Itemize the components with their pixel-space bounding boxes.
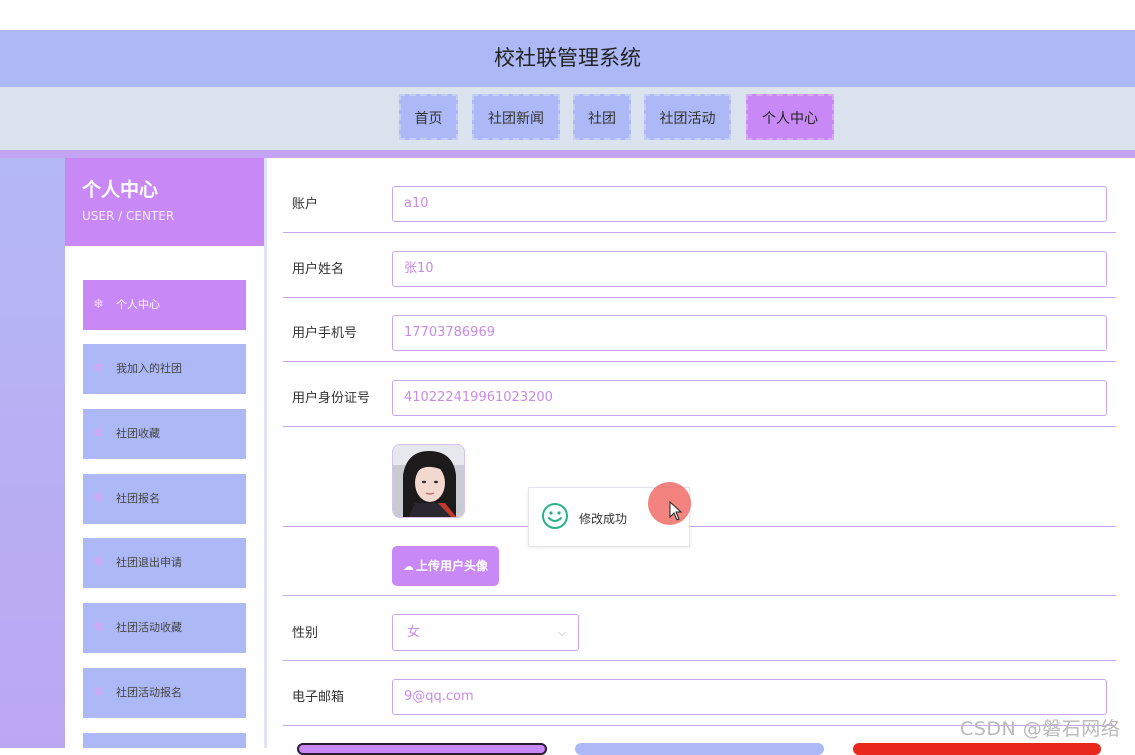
idcard-input[interactable]: 410222419961023200 <box>392 380 1107 416</box>
sidebar-item-user-center[interactable]: ❄ 个人中心 <box>83 280 246 330</box>
app-title: 校社联管理系统 <box>0 30 1135 87</box>
sidebar-item-label: 社团收藏 <box>116 427 160 440</box>
sidebar-item-label: 社团报名 <box>116 492 160 505</box>
gender-label: 性别 <box>292 626 319 641</box>
sidebar-item-my-clubs[interactable]: ❄ 我加入的社团 <box>83 344 246 394</box>
snowflake-icon: ❄ <box>93 555 104 570</box>
snowflake-icon: ❄ <box>93 361 104 376</box>
sidebar-item-activity-favorites[interactable]: ❄ 社团活动收藏 <box>83 603 246 653</box>
row-divider <box>283 526 1116 527</box>
sidebar-item-club-quit[interactable]: ❄ 社团退出申请 <box>83 538 246 588</box>
cursor-icon <box>669 501 683 521</box>
submit-button[interactable] <box>297 743 547 755</box>
sidebar-header: 个人中心 USER / CENTER <box>65 158 264 246</box>
idcard-label: 用户身份证号 <box>292 391 371 406</box>
sidebar-item-label: 社团活动报名 <box>116 686 182 699</box>
email-label: 电子邮箱 <box>292 690 345 705</box>
sidebar-subtitle: USER / CENTER <box>82 209 175 223</box>
account-label: 账户 <box>292 197 319 212</box>
sidebar-item-more[interactable] <box>83 733 246 748</box>
phone-input[interactable]: 17703786969 <box>392 315 1107 351</box>
name-input[interactable]: 张10 <box>392 251 1107 287</box>
nav-item-user-center[interactable]: 个人中心 <box>746 94 834 140</box>
background-panel <box>0 158 65 748</box>
nav-item-home[interactable]: 首页 <box>399 94 458 140</box>
nav-item-clubs[interactable]: 社团 <box>573 94 631 140</box>
account-input[interactable]: a10 <box>392 186 1107 222</box>
nav-item-news[interactable]: 社团新闻 <box>472 94 560 140</box>
snowflake-icon: ❄ <box>93 297 104 312</box>
sidebar-item-label: 个人中心 <box>116 298 160 311</box>
sidebar-item-club-favorites[interactable]: ❄ 社团收藏 <box>83 409 246 459</box>
row-divider <box>283 361 1116 362</box>
snowflake-icon: ❄ <box>93 685 104 700</box>
snowflake-icon: ❄ <box>93 620 104 635</box>
name-label: 用户姓名 <box>292 262 345 277</box>
logout-button[interactable] <box>853 743 1101 755</box>
cloud-upload-icon: ☁ <box>402 560 414 573</box>
toast-message: 修改成功 <box>579 512 628 526</box>
gender-select[interactable]: 女 ⌵ <box>392 614 579 651</box>
sidebar: 个人中心 USER / CENTER ❄ 个人中心 ❄ 我加入的社团 ❄ 社团收… <box>65 158 264 748</box>
divider-strip <box>0 150 1135 158</box>
avatar[interactable] <box>392 444 465 518</box>
sidebar-item-club-signup[interactable]: ❄ 社团报名 <box>83 474 246 524</box>
snowflake-icon: ❄ <box>93 491 104 506</box>
row-divider <box>283 426 1116 427</box>
content-divider <box>264 158 267 748</box>
sidebar-item-activity-signup[interactable]: ❄ 社团活动报名 <box>83 668 246 718</box>
top-nav: 首页 社团新闻 社团 社团活动 个人中心 <box>0 87 1135 150</box>
watermark: CSDN @磐石网络 <box>960 718 1121 740</box>
upload-avatar-button[interactable]: ☁ 上传用户头像 <box>392 546 499 586</box>
phone-label: 用户手机号 <box>292 326 358 341</box>
smile-icon <box>542 503 568 529</box>
nav-item-activities[interactable]: 社团活动 <box>644 94 731 140</box>
chevron-down-icon: ⌵ <box>557 626 566 639</box>
row-divider <box>283 232 1116 233</box>
secondary-button[interactable] <box>575 743 824 755</box>
sidebar-title: 个人中心 <box>82 179 159 201</box>
email-input[interactable]: 9@qq.com <box>392 679 1107 715</box>
sidebar-item-label: 社团退出申请 <box>116 556 182 569</box>
sidebar-item-label: 我加入的社团 <box>116 362 182 375</box>
sidebar-item-label: 社团活动收藏 <box>116 621 182 634</box>
snowflake-icon: ❄ <box>93 426 104 441</box>
row-divider <box>283 595 1116 596</box>
row-divider <box>283 660 1116 661</box>
row-divider <box>283 297 1116 298</box>
